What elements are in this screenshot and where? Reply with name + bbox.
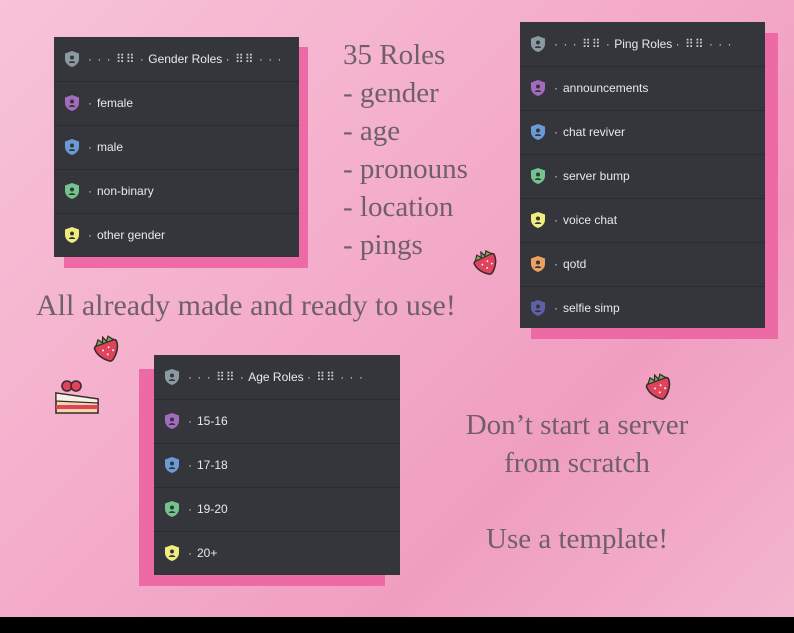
role-item-announcements[interactable]: · announcements (520, 66, 765, 111)
role-label: chat reviver (563, 125, 626, 139)
roles-summary: 35 Roles - gender - age - pronouns - loc… (343, 36, 468, 264)
bullet: · (554, 125, 558, 139)
gender-roles-panel: · · · ⠿⠿ · Gender Roles · ⠿⠿ · · · · fema… (54, 37, 299, 257)
headline: All already made and ready to use! (36, 289, 456, 322)
role-item-selfie-simp[interactable]: · selfie simp (520, 286, 765, 330)
role-item-qotd[interactable]: · qotd (520, 242, 765, 287)
role-label: 15-16 (197, 414, 228, 428)
call-to-action: Don’t start a server from scratch Use a … (432, 406, 722, 558)
blue-shield-icon (165, 457, 179, 473)
bullet: · (188, 414, 192, 428)
role-item-20-plus[interactable]: · 20+ (154, 531, 400, 575)
bullet: · (188, 458, 192, 472)
summary-item: - age (343, 115, 401, 147)
role-label: 19-20 (197, 502, 228, 516)
bullet: · (554, 257, 558, 271)
purple-shield-icon (165, 413, 179, 429)
decorative-dots: · ⠿⠿ · · · (675, 37, 733, 51)
summary-item: - gender (343, 77, 439, 109)
role-item-non-binary[interactable]: · non-binary (54, 169, 299, 214)
role-label: qotd (563, 257, 587, 271)
gender-roles-header[interactable]: · · · ⠿⠿ · Gender Roles · ⠿⠿ · · · (54, 37, 299, 82)
roles-count: 35 Roles (343, 39, 446, 71)
green-shield-icon (65, 183, 79, 199)
bullet: · (88, 228, 92, 242)
indigo-shield-icon (531, 300, 545, 316)
green-shield-icon (531, 168, 545, 184)
ping-roles-panel: · · · ⠿⠿ · Ping Roles · ⠿⠿ · · · · announ… (520, 22, 765, 328)
bullet: · (554, 301, 558, 315)
role-label: female (97, 96, 134, 110)
strawberry-icon (645, 373, 671, 400)
role-item-17-18[interactable]: · 17-18 (154, 443, 400, 488)
strawberry-icon (93, 335, 119, 362)
role-item-voice-chat[interactable]: · voice chat (520, 198, 765, 243)
yellow-shield-icon (65, 227, 79, 243)
summary-item: - location (343, 191, 454, 223)
grey-shield-icon (65, 51, 79, 67)
role-label: other gender (97, 228, 166, 242)
blue-shield-icon (65, 139, 79, 155)
role-item-female[interactable]: · female (54, 81, 299, 126)
bullet: · (554, 169, 558, 183)
cake-slice-icon (55, 380, 99, 414)
summary-item: - pronouns (343, 153, 468, 185)
ping-roles-title: Ping Roles (614, 37, 673, 51)
cta-line: Use a template! (486, 523, 668, 555)
yellow-shield-icon (165, 545, 179, 561)
role-item-19-20[interactable]: · 19-20 (154, 487, 400, 532)
bullet: · (554, 213, 558, 227)
blue-shield-icon (531, 124, 545, 140)
green-shield-icon (165, 501, 179, 517)
orange-shield-icon (531, 256, 545, 272)
purple-shield-icon (65, 95, 79, 111)
age-roles-header[interactable]: · · · ⠿⠿ · Age Roles · ⠿⠿ · · · (154, 355, 400, 400)
grey-shield-icon (531, 36, 545, 52)
strawberry-icon (473, 250, 497, 275)
bullet: · (554, 81, 558, 95)
decorative-dots: · · · ⠿⠿ · (88, 52, 145, 66)
bullet: · (188, 546, 192, 560)
role-label: male (97, 140, 124, 154)
role-item-chat-reviver[interactable]: · chat reviver (520, 110, 765, 155)
role-label: voice chat (563, 213, 618, 227)
cta-line: from scratch (504, 447, 650, 479)
decorative-dots: · ⠿⠿ · · · (306, 370, 364, 384)
bullet: · (88, 140, 92, 154)
purple-shield-icon (531, 80, 545, 96)
bullet: · (188, 502, 192, 516)
age-roles-title: Age Roles (248, 370, 304, 384)
decorative-dots: · · · ⠿⠿ · (554, 37, 611, 51)
decorative-dots: · ⠿⠿ · · · (225, 52, 283, 66)
role-item-other-gender[interactable]: · other gender (54, 213, 299, 257)
role-label: server bump (563, 169, 630, 183)
role-label: selfie simp (563, 301, 620, 315)
cta-line: Don’t start a server (465, 409, 689, 441)
grey-shield-icon (165, 369, 179, 385)
ping-roles-header[interactable]: · · · ⠿⠿ · Ping Roles · ⠿⠿ · · · (520, 22, 765, 67)
role-label: 17-18 (197, 458, 228, 472)
bullet: · (88, 184, 92, 198)
role-label: announcements (563, 81, 649, 95)
decorative-dots: · · · ⠿⠿ · (188, 370, 245, 384)
role-label: 20+ (197, 546, 218, 560)
yellow-shield-icon (531, 212, 545, 228)
gender-roles-title: Gender Roles (148, 52, 223, 66)
age-roles-panel: · · · ⠿⠿ · Age Roles · ⠿⠿ · · · · 15-16 ·… (154, 355, 400, 575)
role-item-server-bump[interactable]: · server bump (520, 154, 765, 199)
role-label: non-binary (97, 184, 154, 198)
role-item-male[interactable]: · male (54, 125, 299, 170)
summary-item: - pings (343, 229, 423, 261)
bullet: · (88, 96, 92, 110)
bottom-bar (0, 617, 794, 633)
role-item-15-16[interactable]: · 15-16 (154, 399, 400, 444)
